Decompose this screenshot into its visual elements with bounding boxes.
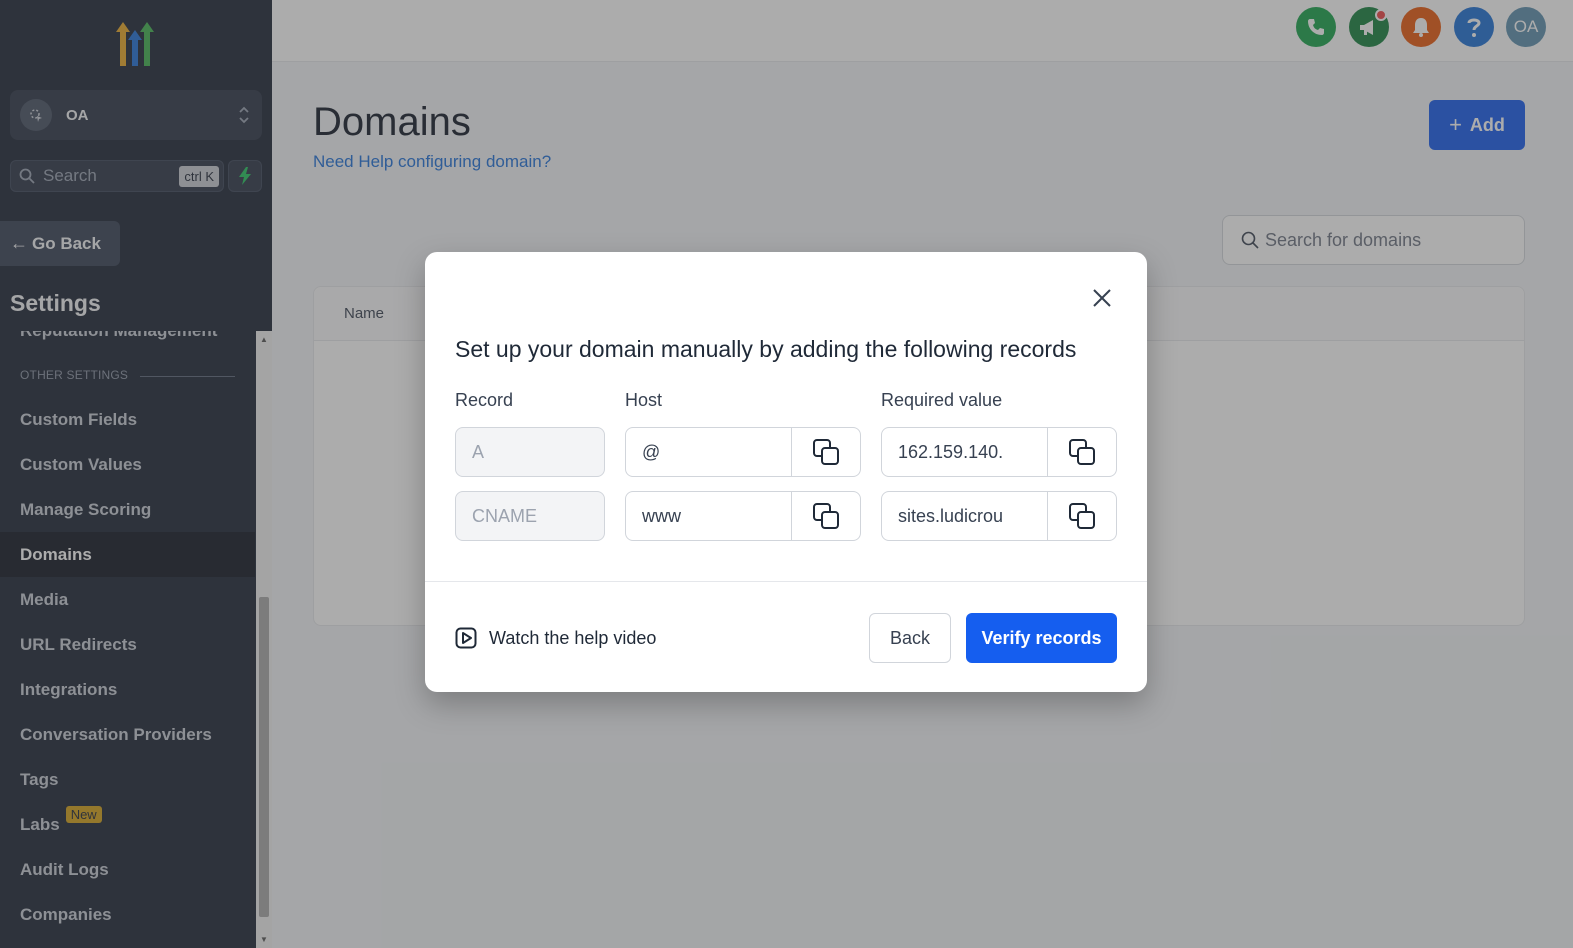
- host-value: @: [642, 441, 661, 462]
- copy-icon: [1069, 503, 1095, 529]
- column-label-host: Host: [625, 390, 663, 410]
- copy-value-button[interactable]: [1047, 428, 1116, 476]
- modal-title: Set up your domain manually by adding th…: [455, 336, 1077, 362]
- required-value: sites.ludicrou: [898, 505, 1004, 526]
- column-label-required-value: Required value: [881, 390, 1003, 410]
- copy-host-button[interactable]: [791, 492, 860, 540]
- record-type-field: A: [455, 427, 605, 477]
- record-type-value: A: [472, 441, 485, 462]
- copy-value-button[interactable]: [1047, 492, 1116, 540]
- required-value-field: 162.159.140.: [881, 427, 1117, 477]
- watch-help-video-link[interactable]: Watch the help video: [455, 627, 656, 649]
- close-icon: [1093, 289, 1111, 307]
- host-field: www: [625, 491, 861, 541]
- close-button[interactable]: [1088, 284, 1116, 312]
- help-video-label: Watch the help video: [489, 627, 657, 648]
- record-type-field: CNAME: [455, 491, 605, 541]
- verify-records-button[interactable]: Verify records: [966, 613, 1117, 663]
- host-field: @: [625, 427, 861, 477]
- dns-records-modal: Set up your domain manually by adding th…: [425, 252, 1147, 692]
- host-value: www: [642, 505, 681, 526]
- modal-divider: [425, 581, 1147, 582]
- record-type-value: CNAME: [472, 505, 538, 526]
- copy-icon: [1069, 439, 1095, 465]
- required-value-field: sites.ludicrou: [881, 491, 1117, 541]
- copy-icon: [813, 503, 839, 529]
- copy-host-button[interactable]: [791, 428, 860, 476]
- required-value: 162.159.140.: [898, 441, 1004, 462]
- back-button[interactable]: Back: [869, 613, 951, 663]
- copy-icon: [813, 439, 839, 465]
- play-video-icon: [455, 627, 477, 649]
- column-label-record: Record: [455, 390, 514, 410]
